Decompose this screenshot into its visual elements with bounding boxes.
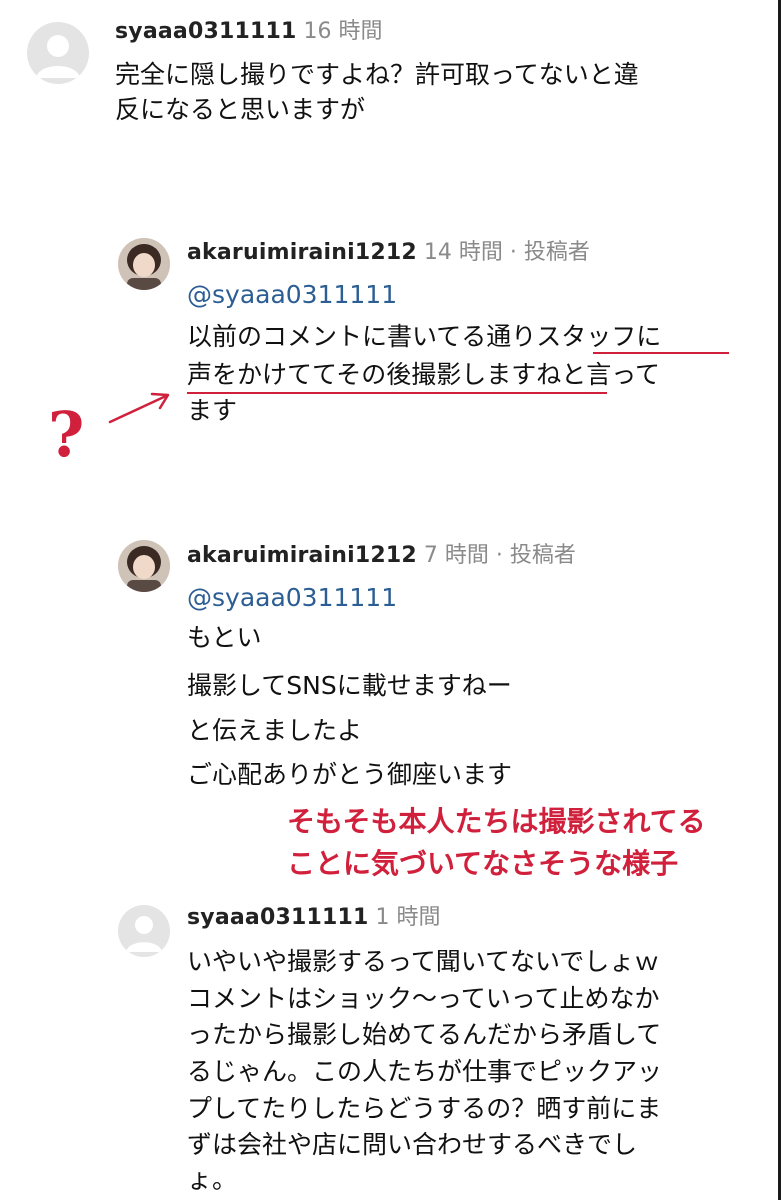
comment-text-line: 声をかけててその後撮影しますねと言って [187,360,661,389]
comment-text-line: コメントはショック〜っていって止めなか [187,984,660,1013]
comment-meta: akaruimiraini1212 7 時間 · 投稿者 [187,542,576,570]
comment-meta: akaruimiraini1212 14 時間 · 投稿者 [187,239,590,267]
comment-text-line: 以前のコメントに書いてる通りスタッフに [187,322,662,351]
username[interactable]: syaaa0311111 [115,19,297,44]
comment-meta: syaaa0311111 1 時間 [187,904,441,932]
comment-text-line: ったから撮影し始めてるんだから矛盾して [187,1020,662,1049]
timestamp: 16 時間 [303,19,383,44]
timestamp: 1 時間 [375,905,441,930]
annotation-underline [593,352,729,354]
comment-meta: syaaa0311111 16 時間 [115,18,383,46]
mention-link[interactable]: @syaaa0311111 [187,280,397,310]
comment-text-line: 撮影してSNSに載せますねー [187,671,512,700]
meta-separator: · [495,543,503,568]
annotation-underline [187,392,607,394]
comment-text-line: プしてたりしたらどうするの？晒す前にま [187,1094,662,1123]
mention-link[interactable]: @syaaa0311111 [187,583,397,613]
default-avatar[interactable] [118,905,170,957]
profile-photo-icon [118,540,170,592]
username[interactable]: akaruimiraini1212 [187,543,417,568]
author-badge: 投稿者 [523,240,590,265]
username[interactable]: syaaa0311111 [187,905,369,930]
meta-separator: · [509,240,517,265]
annotation-note-line: そもそも本人たちは撮影されてる [287,805,706,838]
annotation-question-mark: ? [48,398,85,471]
comment-4: syaaa0311111 1 時間 いやいや撮影するって聞いてないでしょｗ コメ… [0,895,781,1200]
user-avatar[interactable] [118,238,170,290]
comment-text-line: と伝えましたよ [187,716,363,745]
username[interactable]: akaruimiraini1212 [187,240,417,265]
comment-text-line: ょ。 [187,1165,238,1194]
annotation-arrow-icon [108,392,170,424]
default-avatar[interactable] [27,22,89,84]
comment-3: akaruimiraini1212 7 時間 · 投稿者 @syaaa03111… [0,522,781,802]
user-avatar[interactable] [118,540,170,592]
comment-text-line: いやいや撮影するって聞いてないでしょｗ [187,947,660,976]
comment-1: syaaa0311111 16 時間 完全に隠し撮りですよね？許可取ってないと違… [0,0,781,140]
user-silhouette-icon [36,35,80,78]
comment-text-line: 完全に隠し撮りですよね？許可取ってないと違 [115,60,639,89]
user-silhouette-icon [126,916,162,952]
timestamp: 14 時間 [423,240,503,265]
timestamp: 7 時間 [423,543,489,568]
profile-photo-icon [118,238,170,290]
comment-text-line: るじゃん。この人たちが仕事でピックアッ [187,1057,663,1086]
comment-text-line: ます [187,396,238,425]
author-badge: 投稿者 [509,543,576,568]
comment-text-line: 反になると思いますが [115,95,366,124]
comment-text-line: ご心配ありがとう御座います [187,760,513,789]
comment-text-line: ずは会社や店に問い合わせするべきでし [187,1130,638,1159]
comment-text-line: もとい [187,623,262,652]
annotation-note-line: ことに気づいてなさそうな様子 [287,847,679,880]
